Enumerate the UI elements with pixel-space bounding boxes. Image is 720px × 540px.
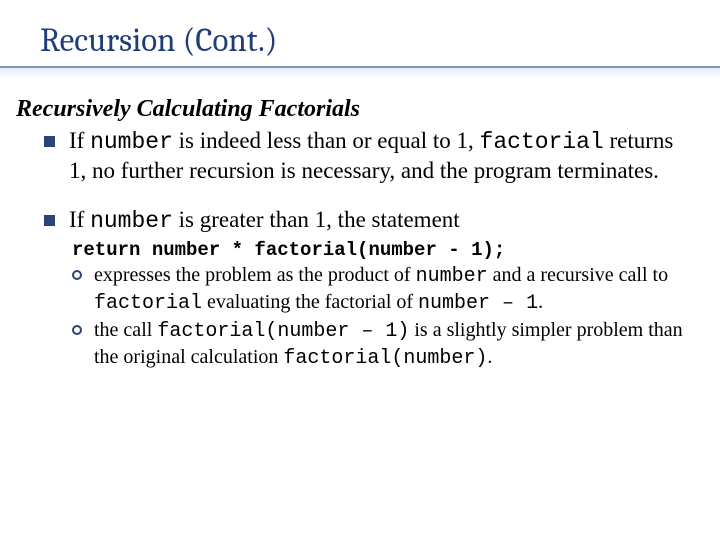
code-line: return number * factorial(number - 1); (72, 239, 690, 261)
code-inline: factorial(number – 1) (157, 320, 409, 343)
code-inline: factorial(number) (283, 347, 487, 370)
code-inline: number (90, 208, 173, 234)
title-divider (0, 66, 720, 78)
text: and a recursive call to (488, 264, 668, 286)
section-subhead: Recursively Calculating Factorials (16, 96, 690, 123)
slide-title: Recursion (Cont.) (40, 22, 690, 60)
sub-bullet-text: expresses the problem as the product of … (94, 263, 690, 316)
slide: Recursion (Cont.) Recursively Calculatin… (0, 0, 720, 394)
code-inline: number (416, 265, 488, 288)
bullet-item: If number is indeed less than or equal t… (44, 127, 690, 186)
square-bullet-icon (44, 136, 55, 147)
sub-bullet-list: expresses the problem as the product of … (72, 263, 690, 371)
text: . (538, 291, 543, 313)
code-inline: factorial (480, 129, 604, 155)
circle-bullet-icon (72, 270, 82, 280)
bullet-item: If number is greater than 1, the stateme… (44, 206, 690, 236)
text: evaluating the factorial of (202, 291, 418, 313)
text: If (69, 207, 90, 232)
square-bullet-icon (44, 215, 55, 226)
code-inline: number – 1 (418, 292, 538, 315)
text: is indeed less than or equal to 1, (173, 128, 480, 153)
text: If (69, 128, 90, 153)
text: is greater than 1, the statement (173, 207, 460, 232)
code-inline: factorial (94, 292, 202, 315)
sub-bullet-text: the call factorial(number – 1) is a slig… (94, 318, 690, 371)
sub-bullet-item: the call factorial(number – 1) is a slig… (72, 318, 690, 371)
bullet-text: If number is greater than 1, the stateme… (69, 206, 460, 236)
text: expresses the problem as the product of (94, 264, 416, 286)
bullet-text: If number is indeed less than or equal t… (69, 127, 690, 186)
sub-bullet-item: expresses the problem as the product of … (72, 263, 690, 316)
circle-bullet-icon (72, 325, 82, 335)
code-inline: number (90, 129, 173, 155)
text: the call (94, 319, 157, 341)
text: . (487, 346, 492, 368)
